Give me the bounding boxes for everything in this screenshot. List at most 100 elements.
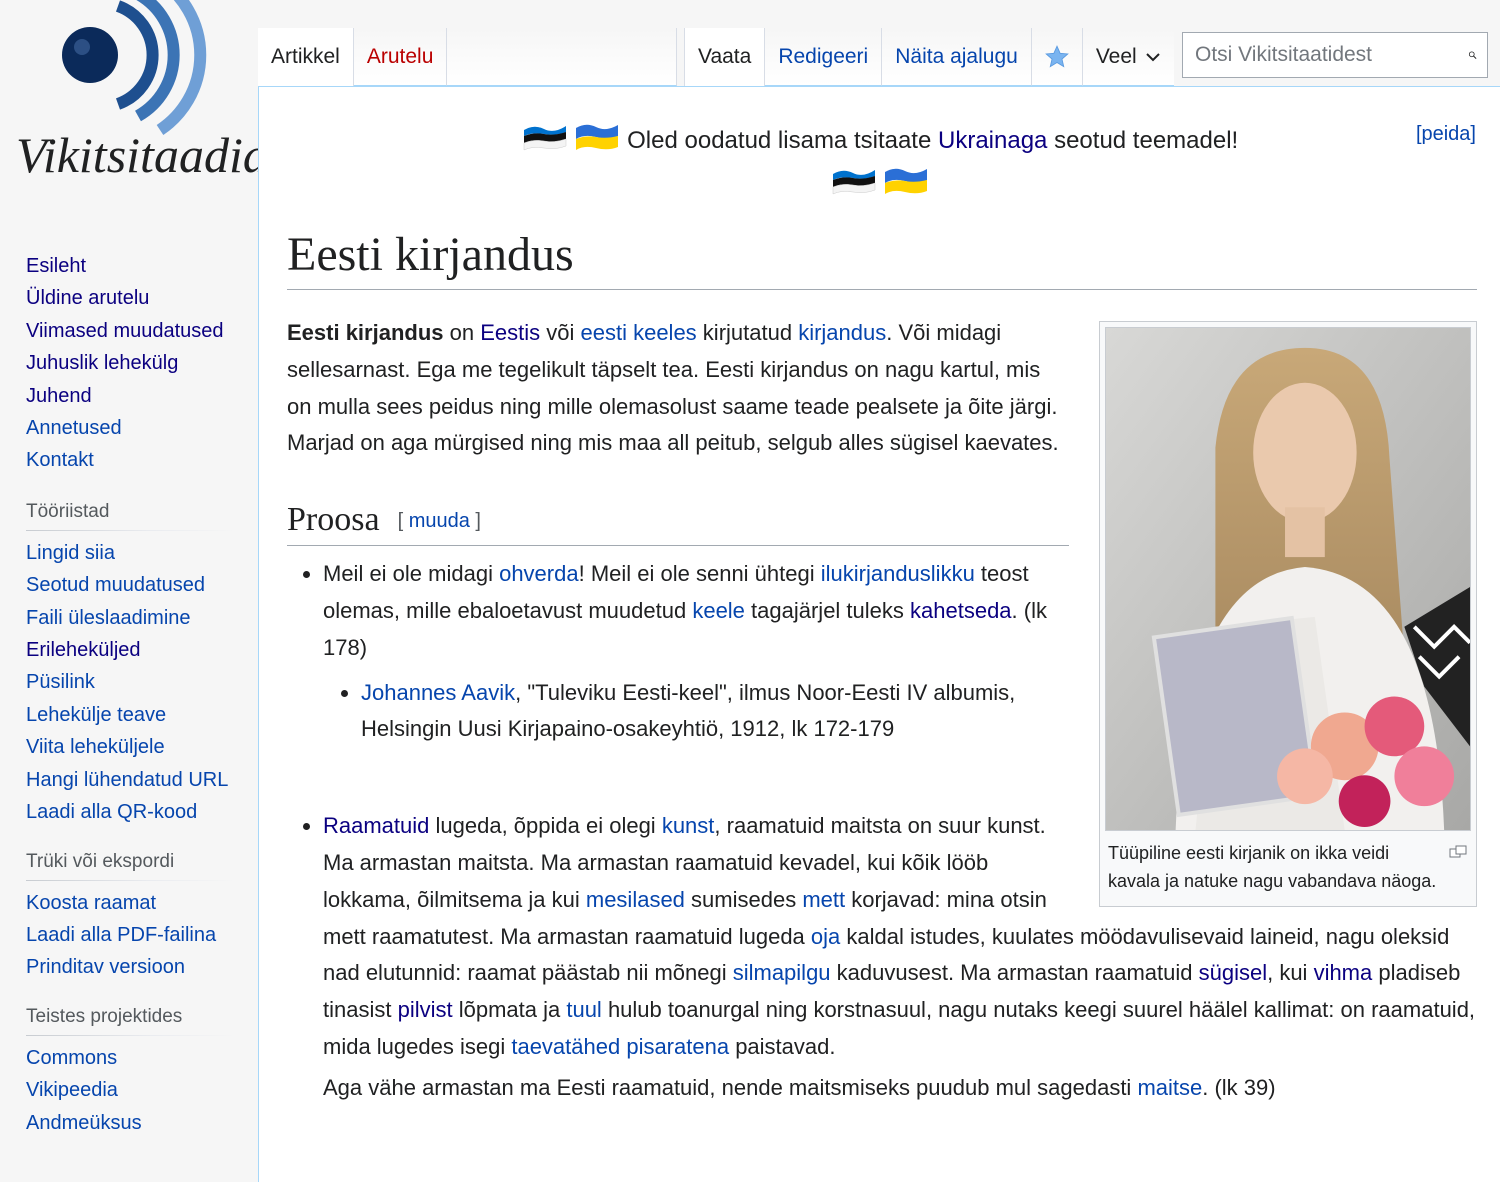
intro-bold: Eesti kirjandus bbox=[287, 320, 444, 345]
quote-text: sumisedes bbox=[684, 886, 803, 912]
link-kahetseda[interactable]: kahetseda bbox=[910, 598, 1012, 623]
sidebar-item-juhuslik-lehekulg[interactable]: Juhuslik lehekülg bbox=[26, 347, 258, 379]
view-tabs: Vaata Redigeeri Näita ajalugu Veel bbox=[684, 28, 1174, 86]
notice-text-after: seotud teemadel! bbox=[1047, 127, 1239, 154]
tab-edit[interactable]: Redigeeri bbox=[765, 28, 883, 86]
quote-text: Aga vähe armastan ma Eesti raamatuid, ne… bbox=[323, 1074, 1138, 1100]
sidebar-item-viita-lehekuljele[interactable]: Viita leheküljele bbox=[26, 731, 258, 763]
quote-text: ! Meil ei ole senni ühtegi bbox=[578, 561, 821, 587]
sidebar-item-hangi-luhendatud-url[interactable]: Hangi lühendatud URL bbox=[26, 764, 258, 796]
article-body: Tüüpiline eesti kirjanik on ikka veidi k… bbox=[287, 315, 1477, 1107]
logo-wordmark: Vikitsitaadid bbox=[16, 127, 258, 183]
link-johannes-aavik[interactable]: Johannes Aavik bbox=[361, 680, 515, 705]
ukraine-flag-icon bbox=[883, 166, 929, 209]
quote-text: tagajärjel tuleks bbox=[744, 597, 911, 623]
notice-ukraine-link[interactable]: Ukrainaga bbox=[938, 127, 1047, 154]
link-taevatahed-pisaratena[interactable]: taevatähed pisaratena bbox=[511, 1034, 729, 1059]
link-pilvist[interactable]: pilvist bbox=[398, 997, 453, 1022]
quote-text: lugeda, õppida ei olegi bbox=[429, 813, 662, 839]
section-heading-proosa: Proosa [ muuda ] bbox=[287, 498, 1069, 547]
sidebar-tools-heading: Tööriistad bbox=[26, 498, 236, 531]
link-kirjandus[interactable]: kirjandus bbox=[798, 320, 886, 345]
search-input[interactable] bbox=[1193, 42, 1468, 68]
ukraine-flag-icon bbox=[574, 122, 620, 165]
sidebar-item-annetused[interactable]: Annetused bbox=[26, 412, 258, 444]
author-photo[interactable] bbox=[1105, 327, 1471, 831]
sidebar-tools: Tööriistad Lingid siia Seotud muudatused F… bbox=[26, 498, 258, 829]
notice-text-before: Oled oodatud lisama tsitaate bbox=[627, 127, 938, 154]
sidebar-item-commons[interactable]: Commons bbox=[26, 1042, 258, 1074]
sidebar-item-viimased-muudatused[interactable]: Viimased muudatused bbox=[26, 315, 258, 347]
sidebar-projects-heading: Teistes projektides bbox=[26, 1003, 236, 1036]
search-icon[interactable] bbox=[1468, 42, 1477, 68]
hide-notice-link[interactable]: [peida] bbox=[1416, 123, 1476, 146]
search-box bbox=[1182, 32, 1488, 78]
link-kunst[interactable]: kunst bbox=[662, 813, 715, 838]
link-tuul[interactable]: tuul bbox=[566, 997, 601, 1022]
quote-text: Meil ei ole midagi bbox=[323, 561, 500, 587]
intro-text: või bbox=[540, 320, 581, 345]
link-silmapilgu[interactable]: silmapilgu bbox=[733, 960, 831, 985]
sidebar: Esileht Üldine arutelu Viimased muudatused… bbox=[0, 250, 258, 1139]
chevron-down-icon bbox=[1145, 52, 1160, 61]
quote-text: paistavad. bbox=[729, 1033, 836, 1059]
site-notice: Oled oodatud lisama tsitaate Ukrainaga s… bbox=[259, 121, 1500, 209]
caption-text: Tüüpiline eesti kirjanik on ikka veidi k… bbox=[1108, 843, 1437, 891]
link-oja[interactable]: oja bbox=[811, 924, 840, 949]
sidebar-projects: Teistes projektides Commons Vikipeedia And… bbox=[26, 1003, 258, 1139]
sidebar-item-pusilink[interactable]: Püsilink bbox=[26, 666, 258, 698]
link-mesilased[interactable]: mesilased bbox=[586, 887, 685, 912]
tab-spacer bbox=[447, 28, 678, 86]
sidebar-item-prinditav-versioon[interactable]: Prinditav versioon bbox=[26, 951, 258, 983]
intro-text: on bbox=[443, 320, 481, 345]
estonia-flag-icon bbox=[522, 122, 568, 165]
tab-history[interactable]: Näita ajalugu bbox=[882, 28, 1032, 86]
link-maitse[interactable]: maitse bbox=[1137, 1075, 1202, 1100]
sidebar-item-esileht[interactable]: Esileht bbox=[26, 250, 258, 282]
link-keele[interactable]: keele bbox=[692, 598, 745, 623]
enlarge-icon[interactable] bbox=[1449, 839, 1467, 867]
link-sugisel[interactable]: sügisel bbox=[1199, 960, 1267, 985]
sidebar-item-laadi-alla-qr-kood[interactable]: Laadi alla QR-kood bbox=[26, 796, 258, 828]
wikiquote-logo-icon: Vikitsitaadid bbox=[16, 0, 269, 183]
section-edit-link[interactable]: muuda bbox=[409, 510, 470, 532]
sidebar-item-laadi-alla-pdf-failina[interactable]: Laadi alla PDF-failina bbox=[26, 919, 258, 951]
sidebar-item-koosta-raamat[interactable]: Koosta raamat bbox=[26, 887, 258, 919]
sidebar-item-lehekulje-teave[interactable]: Lehekülje teave bbox=[26, 699, 258, 731]
link-ilukirjanduslikku[interactable]: ilukirjanduslikku bbox=[821, 561, 975, 586]
thumbnail-caption: Tüüpiline eesti kirjanik on ikka veidi k… bbox=[1105, 831, 1471, 901]
link-mett[interactable]: mett bbox=[802, 887, 845, 912]
sidebar-item-erilehekuljed[interactable]: Erileheküljed bbox=[26, 634, 258, 666]
sidebar-item-kontakt[interactable]: Kontakt bbox=[26, 444, 258, 476]
sidebar-item-vikipeedia[interactable]: Vikipeedia bbox=[26, 1074, 258, 1106]
content-area: Oled oodatud lisama tsitaate Ukrainaga s… bbox=[258, 86, 1500, 1182]
sidebar-item-faili-uleslaadimine[interactable]: Faili üleslaadimine bbox=[26, 602, 258, 634]
sidebar-item-lingid-siia[interactable]: Lingid siia bbox=[26, 537, 258, 569]
tab-talk[interactable]: Arutelu bbox=[353, 28, 448, 86]
sidebar-item-uldine-arutelu[interactable]: Üldine arutelu bbox=[26, 282, 258, 314]
star-icon bbox=[1044, 44, 1069, 68]
section-title: Proosa bbox=[287, 501, 380, 539]
link-raamatuid[interactable]: Raamatuid bbox=[323, 813, 429, 838]
watch-star-button[interactable] bbox=[1031, 28, 1083, 86]
quote-text: kaduvusest. Ma armastan raamatuid bbox=[830, 960, 1199, 986]
sidebar-item-seotud-muudatused[interactable]: Seotud muudatused bbox=[26, 569, 258, 601]
sidebar-item-andmeuksus[interactable]: Andmeüksus bbox=[26, 1107, 258, 1139]
quote-text: , kui bbox=[1267, 960, 1314, 986]
intro-text: kirjutatud bbox=[696, 320, 799, 345]
sidebar-print-heading: Trüki või ekspordi bbox=[26, 848, 236, 881]
site-logo[interactable]: Vikitsitaadid bbox=[0, 0, 269, 200]
tab-article[interactable]: Artikkel bbox=[258, 28, 354, 86]
link-vihma[interactable]: vihma bbox=[1314, 960, 1373, 985]
link-eesti-keeles[interactable]: eesti keeles bbox=[581, 320, 697, 345]
link-eestis[interactable]: Eestis bbox=[480, 320, 540, 345]
quote-text: . (lk 39) bbox=[1202, 1074, 1276, 1100]
sidebar-navigation: Esileht Üldine arutelu Viimased muudatused… bbox=[26, 250, 258, 477]
link-ohverda[interactable]: ohverda bbox=[499, 561, 579, 586]
more-menu[interactable]: Veel bbox=[1082, 28, 1174, 86]
quote-text: lõpmata ja bbox=[452, 997, 567, 1023]
sidebar-item-juhend[interactable]: Juhend bbox=[26, 380, 258, 412]
tab-view[interactable]: Vaata bbox=[684, 28, 766, 86]
estonia-flag-icon bbox=[831, 166, 877, 209]
namespace-tabs: Artikkel Arutelu bbox=[258, 28, 678, 86]
